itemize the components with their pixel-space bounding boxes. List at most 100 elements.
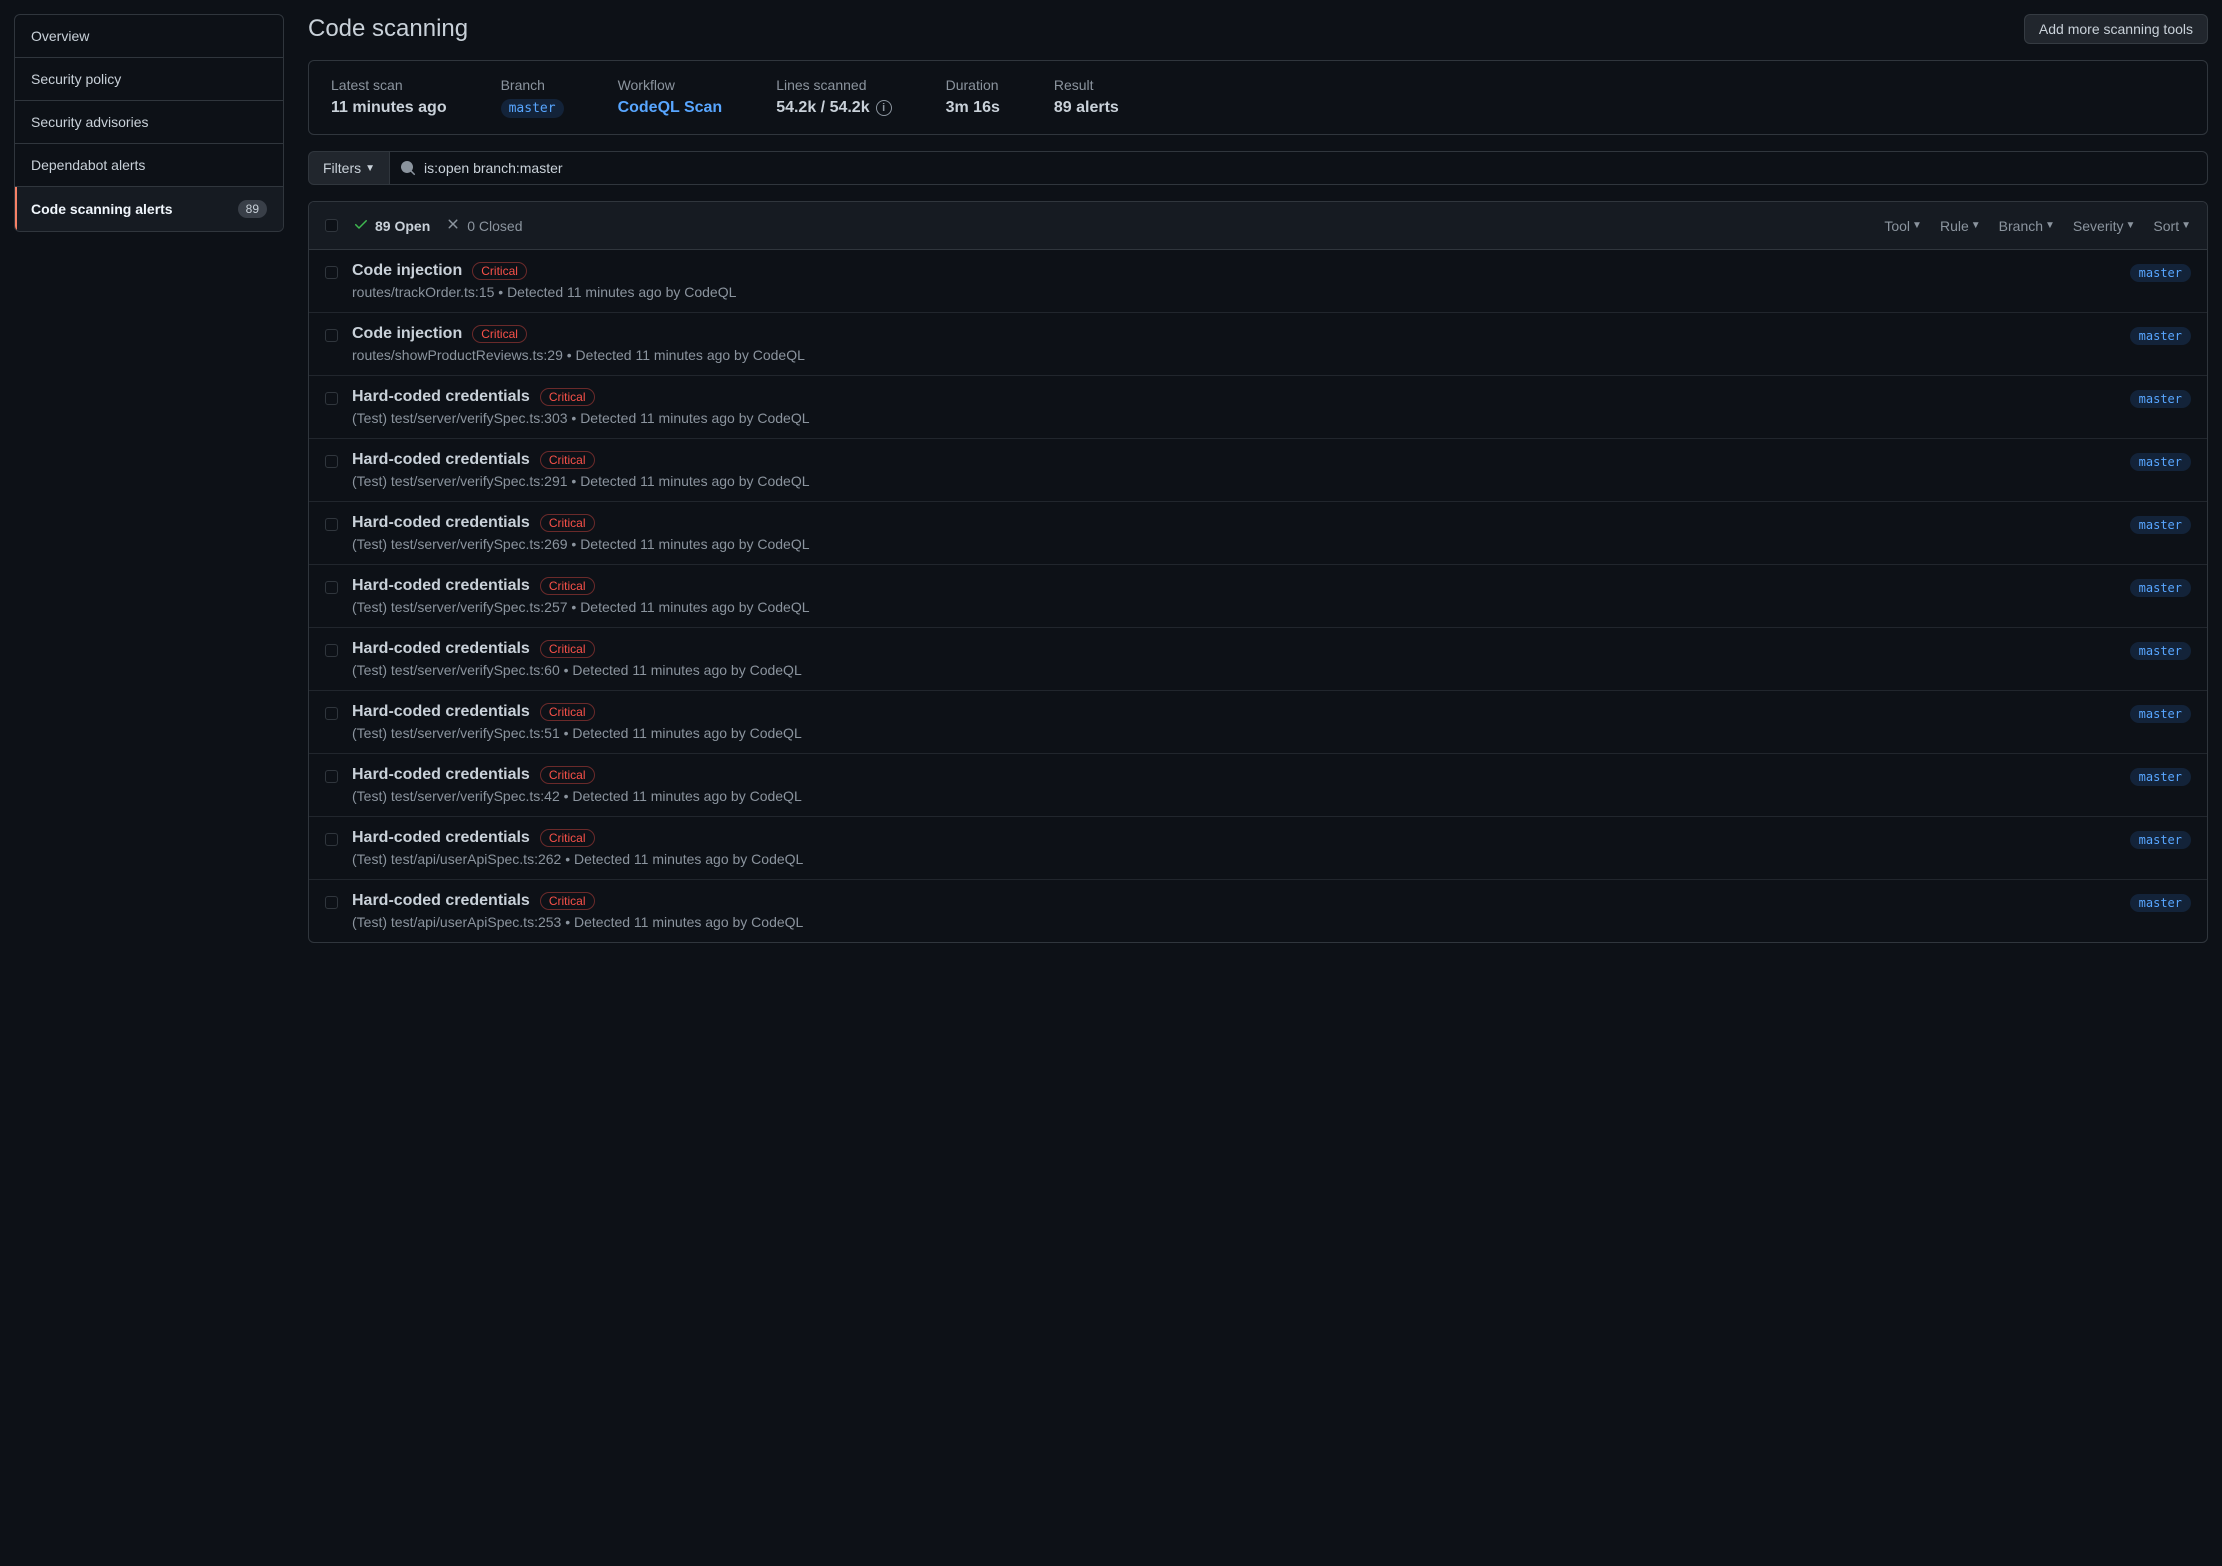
sidebar: OverviewSecurity policySecurity advisori… xyxy=(14,14,284,943)
tool-dropdown[interactable]: Tool ▼ xyxy=(1884,218,1922,234)
search-input[interactable] xyxy=(424,153,2197,183)
caret-down-icon: ▼ xyxy=(2181,220,2191,231)
alert-branch-label[interactable]: master xyxy=(2130,894,2191,912)
caret-down-icon: ▼ xyxy=(365,163,375,174)
alert-checkbox[interactable] xyxy=(325,833,338,846)
alert-title[interactable]: Hard-coded credentials xyxy=(352,388,530,406)
alert-title[interactable]: Code injection xyxy=(352,325,462,343)
alert-row[interactable]: Hard-coded credentialsCritical(Test) tes… xyxy=(309,817,2207,880)
alert-content: Hard-coded credentials Critical (Test) tes… xyxy=(352,451,2116,489)
alert-checkbox[interactable] xyxy=(325,581,338,594)
dropdown-label: Tool xyxy=(1884,218,1910,234)
alert-checkbox[interactable] xyxy=(325,707,338,720)
alert-title[interactable]: Hard-coded credentials xyxy=(352,703,530,721)
alerts-container: 89 Open 0 Closed Tool ▼ Rule ▼ Branch ▼ Sev… xyxy=(308,201,2208,943)
duration-label: Duration xyxy=(946,77,1000,93)
sort-dropdown[interactable]: Sort ▼ xyxy=(2153,218,2191,234)
latest-scan-label: Latest scan xyxy=(331,77,447,93)
check-icon xyxy=(353,216,369,235)
alert-title[interactable]: Hard-coded credentials xyxy=(352,892,530,910)
severity-badge: Critical xyxy=(540,451,595,469)
alert-title[interactable]: Hard-coded credentials xyxy=(352,829,530,847)
filters-button[interactable]: Filters ▼ xyxy=(308,151,390,185)
alert-title[interactable]: Code injection xyxy=(352,262,462,280)
alert-branch-label[interactable]: master xyxy=(2130,390,2191,408)
add-scanning-tools-button[interactable]: Add more scanning tools xyxy=(2024,14,2208,44)
alert-meta: (Test) test/server/verifySpec.ts:303 • D… xyxy=(352,410,2116,426)
closed-tab-label: 0 Closed xyxy=(467,218,522,234)
alert-row[interactable]: Hard-coded credentialsCritical(Test) tes… xyxy=(309,502,2207,565)
alert-checkbox[interactable] xyxy=(325,329,338,342)
alert-row[interactable]: Code injection Critical routes/showProduct… xyxy=(309,313,2207,376)
open-tab-label: 89 Open xyxy=(375,218,430,234)
duration-value: 3m 16s xyxy=(946,99,1000,117)
sidebar-nav: OverviewSecurity policySecurity advisori… xyxy=(14,14,284,232)
alert-meta: (Test) test/api/userApiSpec.ts:253 • Det… xyxy=(352,914,2116,930)
alert-checkbox[interactable] xyxy=(325,392,338,405)
header-dropdowns: Tool ▼ Rule ▼ Branch ▼ Severity ▼ Sort ▼ xyxy=(1884,218,2191,234)
alert-checkbox[interactable] xyxy=(325,770,338,783)
sidebar-item-security-policy[interactable]: Security policy xyxy=(15,58,283,101)
alert-row[interactable]: Hard-coded credentialsCritical(Test) tes… xyxy=(309,754,2207,817)
alert-checkbox[interactable] xyxy=(325,896,338,909)
severity-badge: Critical xyxy=(472,325,527,343)
alert-row[interactable]: Hard-coded credentialsCritical(Test) tes… xyxy=(309,691,2207,754)
alert-branch-label[interactable]: master xyxy=(2130,579,2191,597)
alert-meta: routes/showProductReviews.ts:29 • Detect… xyxy=(352,347,2116,363)
alert-row[interactable]: Hard-coded credentialsCritical(Test) tes… xyxy=(309,565,2207,628)
alert-branch-label[interactable]: master xyxy=(2130,516,2191,534)
alert-row[interactable]: Code injectionCriticalroutes/trackOrder.… xyxy=(309,250,2207,313)
alert-title[interactable]: Hard-coded credentials xyxy=(352,451,530,469)
alert-content: Code injectionCriticalroutes/trackOrder.… xyxy=(352,262,2116,300)
info-icon[interactable]: i xyxy=(876,100,892,116)
severity-badge: Critical xyxy=(540,766,595,784)
lines-scanned-label: Lines scanned xyxy=(776,77,891,93)
sidebar-item-code-scanning-alerts[interactable]: Code scanning alerts89 xyxy=(15,187,283,231)
sidebar-item-overview[interactable]: Overview xyxy=(15,15,283,58)
alert-checkbox[interactable] xyxy=(325,644,338,657)
alert-meta: (Test) test/server/verifySpec.ts:291 • D… xyxy=(352,473,2116,489)
alert-title[interactable]: Hard-coded credentials xyxy=(352,640,530,658)
open-tab[interactable]: 89 Open xyxy=(353,216,430,235)
alert-title[interactable]: Hard-coded credentials xyxy=(352,577,530,595)
scan-summary: Latest scan 11 minutes ago Branch master… xyxy=(308,60,2208,135)
severity-dropdown[interactable]: Severity ▼ xyxy=(2073,218,2135,234)
alert-branch-label[interactable]: master xyxy=(2130,831,2191,849)
caret-down-icon: ▼ xyxy=(2045,220,2055,231)
branch-dropdown[interactable]: Branch ▼ xyxy=(1999,218,2055,234)
alert-row[interactable]: Hard-coded credentialsCritical(Test) tes… xyxy=(309,628,2207,691)
alert-branch-label[interactable]: master xyxy=(2130,453,2191,471)
sidebar-item-security-advisories[interactable]: Security advisories xyxy=(15,101,283,144)
alert-content: Code injection Critical routes/showProduct… xyxy=(352,325,2116,363)
alert-branch-label[interactable]: master xyxy=(2130,327,2191,345)
workflow-link[interactable]: CodeQL Scan xyxy=(618,99,723,117)
alert-branch-label[interactable]: master xyxy=(2130,768,2191,786)
branch-label: Branch xyxy=(501,77,564,93)
sidebar-item-dependabot-alerts[interactable]: Dependabot alerts xyxy=(15,144,283,187)
alert-branch-label[interactable]: master xyxy=(2130,642,2191,660)
select-all-checkbox[interactable] xyxy=(325,219,338,232)
alert-branch-label[interactable]: master xyxy=(2130,705,2191,723)
caret-down-icon: ▼ xyxy=(1912,220,1922,231)
alert-title[interactable]: Hard-coded credentials xyxy=(352,514,530,532)
severity-badge: Critical xyxy=(540,892,595,910)
severity-badge: Critical xyxy=(540,388,595,406)
rule-dropdown[interactable]: Rule ▼ xyxy=(1940,218,1981,234)
result-value: 89 alerts xyxy=(1054,99,1119,117)
alert-checkbox[interactable] xyxy=(325,266,338,279)
alert-title[interactable]: Hard-coded credentials xyxy=(352,766,530,784)
alert-row[interactable]: Hard-coded credentials Critical (Test) tes… xyxy=(309,376,2207,439)
closed-tab[interactable]: 0 Closed xyxy=(445,216,522,235)
alert-row[interactable]: Hard-coded credentials Critical (Test) tes… xyxy=(309,880,2207,942)
alert-checkbox[interactable] xyxy=(325,455,338,468)
alert-row[interactable]: Hard-coded credentials Critical (Test) tes… xyxy=(309,439,2207,502)
page-header: Code scanning Add more scanning tools xyxy=(308,14,2208,44)
alert-branch-label[interactable]: master xyxy=(2130,264,2191,282)
branch-value-pill[interactable]: master xyxy=(501,99,564,118)
alert-checkbox[interactable] xyxy=(325,518,338,531)
workflow-label: Workflow xyxy=(618,77,723,93)
alert-meta: routes/trackOrder.ts:15 • Detected 11 mi… xyxy=(352,284,2116,300)
x-icon xyxy=(445,216,461,235)
alert-meta: (Test) test/api/userApiSpec.ts:262 • Det… xyxy=(352,851,2116,867)
result-label: Result xyxy=(1054,77,1119,93)
